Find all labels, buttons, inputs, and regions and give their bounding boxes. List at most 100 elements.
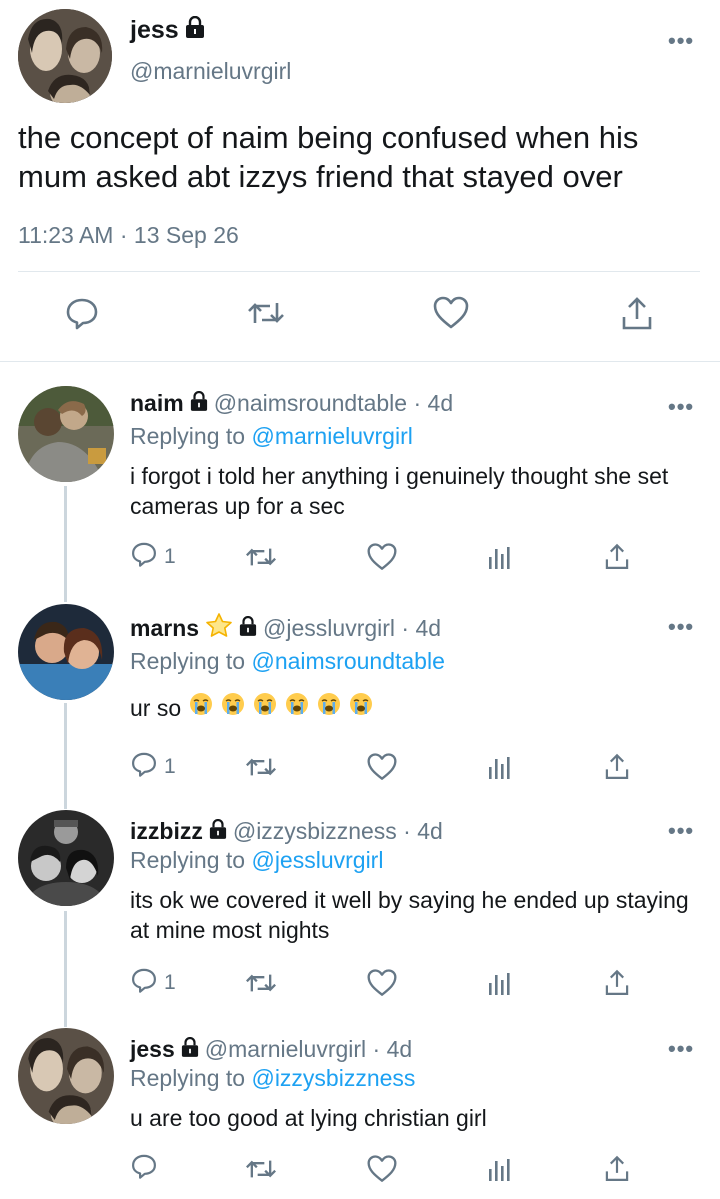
like-icon[interactable] — [432, 295, 472, 335]
replying-to-label: Replying to — [130, 648, 246, 674]
reply-button[interactable] — [130, 1152, 164, 1186]
replying-to-label: Replying to — [130, 1065, 246, 1091]
reply-button[interactable]: 1 — [130, 540, 176, 574]
reply-tweet: jess @marnieluvrgirl · 4d ••• Replying t… — [0, 1014, 720, 1199]
lock-icon — [239, 615, 257, 642]
retweet-icon[interactable] — [244, 540, 278, 574]
reply-icon[interactable] — [64, 295, 104, 335]
reply-text: u are too good at lying christian girl — [130, 1105, 487, 1131]
replying-to: Replying to @jessluvrgirl — [130, 847, 383, 874]
crying-face-icon — [317, 692, 341, 723]
crying-face-icon — [189, 692, 213, 723]
reply-icon — [130, 1152, 158, 1186]
divider — [0, 361, 720, 362]
crying-face-icon — [285, 692, 309, 723]
reply-icon — [130, 966, 158, 1000]
reply-tweet: izzbizz @izzysbizzness · 4d ••• Replying… — [0, 796, 720, 1014]
avatar[interactable] — [18, 1028, 114, 1124]
replying-to-link[interactable]: @naimsroundtable — [251, 648, 444, 674]
reply-count: 1 — [164, 545, 176, 568]
reply-header: naim @naimsroundtable · 4d — [130, 390, 453, 417]
replying-to: Replying to @izzysbizzness — [130, 1065, 415, 1092]
tweet-text: the concept of naim being confused when … — [18, 120, 639, 194]
reply-text: its ok we covered it well by saying he e… — [130, 887, 689, 943]
replying-to-label: Replying to — [130, 423, 246, 449]
retweet-icon[interactable] — [244, 750, 278, 784]
share-icon[interactable] — [619, 295, 659, 335]
reply-button[interactable]: 1 — [130, 966, 176, 1000]
star-icon — [205, 612, 233, 644]
author-handle[interactable]: @marnieluvrgirl — [130, 58, 291, 85]
divider — [18, 271, 700, 272]
author-handle[interactable]: @marnieluvrgirl · 4d — [205, 1036, 412, 1063]
share-icon[interactable] — [603, 540, 631, 574]
main-tweet: jess @marnieluvrgirl ••• the concept of … — [0, 0, 720, 362]
like-icon[interactable] — [366, 540, 398, 574]
lock-icon — [190, 390, 208, 417]
reply-action-bar: 1 — [0, 540, 720, 576]
tweet-timestamp[interactable]: 11:23 AM · 13 Sep 26 — [18, 222, 239, 249]
share-icon[interactable] — [603, 1152, 631, 1186]
main-action-bar — [0, 295, 720, 339]
author-name-text[interactable]: jess — [130, 16, 179, 45]
reply-text-row: ur so — [130, 692, 690, 723]
reply-header: marns @jessluvrgirl · 4d — [130, 612, 441, 644]
author-name[interactable]: izzbizz — [130, 818, 203, 845]
reply-action-bar: 1 — [0, 966, 720, 1002]
reply-tweet: marns @jessluvrgirl · 4d ••• Replying to… — [0, 590, 720, 804]
reply-header: jess @marnieluvrgirl · 4d — [130, 1036, 412, 1063]
reply-text: i forgot i told her anything i genuinely… — [130, 463, 669, 519]
avatar[interactable] — [18, 9, 112, 103]
like-icon[interactable] — [366, 966, 398, 1000]
avatar[interactable] — [18, 386, 114, 482]
more-dots-icon[interactable]: ••• — [668, 1036, 694, 1062]
retweet-icon[interactable] — [246, 295, 286, 335]
replying-to-link[interactable]: @marnieluvrgirl — [251, 423, 412, 449]
author-handle[interactable]: @naimsroundtable · 4d — [214, 390, 453, 417]
crying-face-icon — [253, 692, 277, 723]
like-icon[interactable] — [366, 750, 398, 784]
replying-to: Replying to @marnieluvrgirl — [130, 423, 413, 450]
more-dots-icon[interactable]: ••• — [668, 28, 694, 54]
reply-action-bar: 1 — [0, 750, 720, 786]
reply-text: ur so — [130, 694, 182, 721]
crying-emoji-row — [185, 692, 373, 723]
lock-icon — [185, 15, 205, 45]
analytics-icon[interactable] — [486, 540, 514, 574]
reply-count: 1 — [164, 755, 176, 778]
avatar[interactable] — [18, 810, 114, 906]
more-dots-icon[interactable]: ••• — [668, 818, 694, 844]
crying-face-icon — [221, 692, 245, 723]
crying-face-icon — [349, 692, 373, 723]
reply-action-bar — [0, 1152, 720, 1188]
author-handle[interactable]: @jessluvrgirl · 4d — [263, 615, 441, 642]
reply-header: izzbizz @izzysbizzness · 4d — [130, 818, 443, 845]
more-dots-icon[interactable]: ••• — [668, 394, 694, 420]
lock-icon — [181, 1036, 199, 1063]
retweet-icon[interactable] — [244, 1152, 278, 1186]
replying-to-link[interactable]: @izzysbizzness — [251, 1065, 415, 1091]
share-icon[interactable] — [603, 750, 631, 784]
author-name[interactable]: marns — [130, 615, 199, 642]
replying-to-label: Replying to — [130, 847, 246, 873]
like-icon[interactable] — [366, 1152, 398, 1186]
reply-icon — [130, 540, 158, 574]
author-name[interactable]: jess — [130, 1036, 175, 1063]
reply-count: 1 — [164, 971, 176, 994]
reply-button[interactable]: 1 — [130, 750, 176, 784]
replying-to: Replying to @naimsroundtable — [130, 648, 445, 675]
more-dots-icon[interactable]: ••• — [668, 614, 694, 640]
author-name[interactable]: jess — [130, 15, 205, 45]
analytics-icon[interactable] — [486, 1152, 514, 1186]
analytics-icon[interactable] — [486, 750, 514, 784]
reply-icon — [130, 750, 158, 784]
analytics-icon[interactable] — [486, 966, 514, 1000]
avatar[interactable] — [18, 604, 114, 700]
reply-tweet: naim @naimsroundtable · 4d ••• Replying … — [0, 372, 720, 590]
retweet-icon[interactable] — [244, 966, 278, 1000]
author-name[interactable]: naim — [130, 390, 184, 417]
share-icon[interactable] — [603, 966, 631, 1000]
author-handle[interactable]: @izzysbizzness · 4d — [233, 818, 443, 845]
replying-to-link[interactable]: @jessluvrgirl — [251, 847, 383, 873]
lock-icon — [209, 818, 227, 845]
